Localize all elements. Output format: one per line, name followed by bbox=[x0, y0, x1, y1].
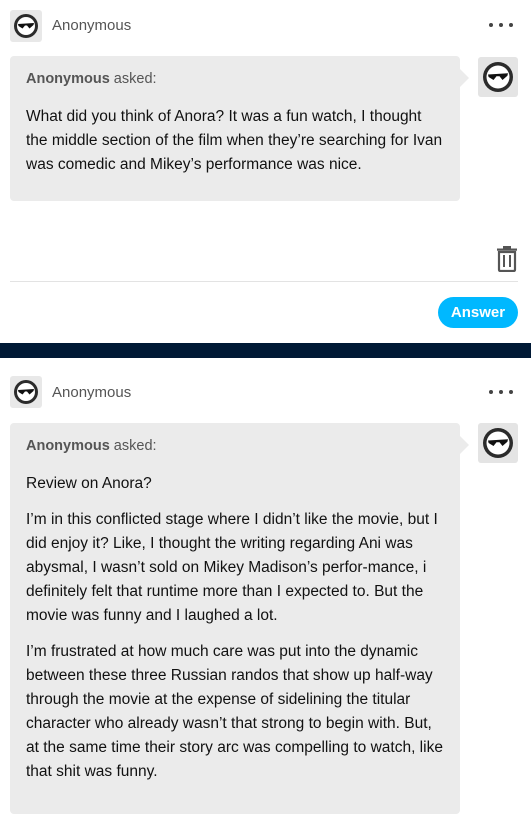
sunglasses-avatar-icon[interactable] bbox=[10, 376, 42, 408]
ask-card-1: Anonymous Anonymous asked: What did you … bbox=[0, 0, 531, 343]
dashboard-gap bbox=[0, 343, 531, 358]
divider-line bbox=[10, 281, 518, 282]
sunglasses-avatar-icon[interactable] bbox=[10, 10, 42, 42]
asker-avatar-icon[interactable] bbox=[478, 57, 518, 97]
question-paragraph: I’m in this conflicted stage where I did… bbox=[26, 511, 438, 624]
ask-bubble: Anonymous asked: What did you think of A… bbox=[10, 56, 469, 201]
trash-icon[interactable] bbox=[496, 246, 518, 272]
question-paragraph: Review on Anora? bbox=[26, 475, 152, 492]
asker-avatar-icon[interactable] bbox=[478, 423, 518, 463]
asker-line: Anonymous asked: bbox=[26, 70, 444, 88]
blog-name[interactable]: Anonymous bbox=[52, 384, 131, 402]
question-text: What did you think of Anora? It was a fu… bbox=[26, 105, 444, 177]
blog-name[interactable]: Anonymous bbox=[52, 17, 131, 35]
question-text: Review on Anora? I’m in this conflicted … bbox=[26, 472, 444, 784]
question-paragraph: I’m frustrated at how much care was put … bbox=[26, 643, 443, 780]
asker-name[interactable]: Anonymous bbox=[26, 438, 110, 454]
ask-card-2: Anonymous Anonymous asked: Review on Ano… bbox=[0, 358, 531, 839]
question-paragraph: What did you think of Anora? It was a fu… bbox=[26, 108, 443, 173]
asker-line: Anonymous asked: bbox=[26, 437, 444, 455]
asker-name[interactable]: Anonymous bbox=[26, 71, 110, 87]
asked-label: asked: bbox=[109, 438, 157, 454]
ellipsis-icon[interactable] bbox=[489, 383, 513, 401]
ask-bubble: Anonymous asked: Review on Anora? I’m in… bbox=[10, 423, 469, 814]
asked-label: asked: bbox=[109, 71, 157, 87]
answer-button[interactable]: Answer bbox=[438, 297, 518, 328]
ellipsis-icon[interactable] bbox=[489, 16, 513, 34]
